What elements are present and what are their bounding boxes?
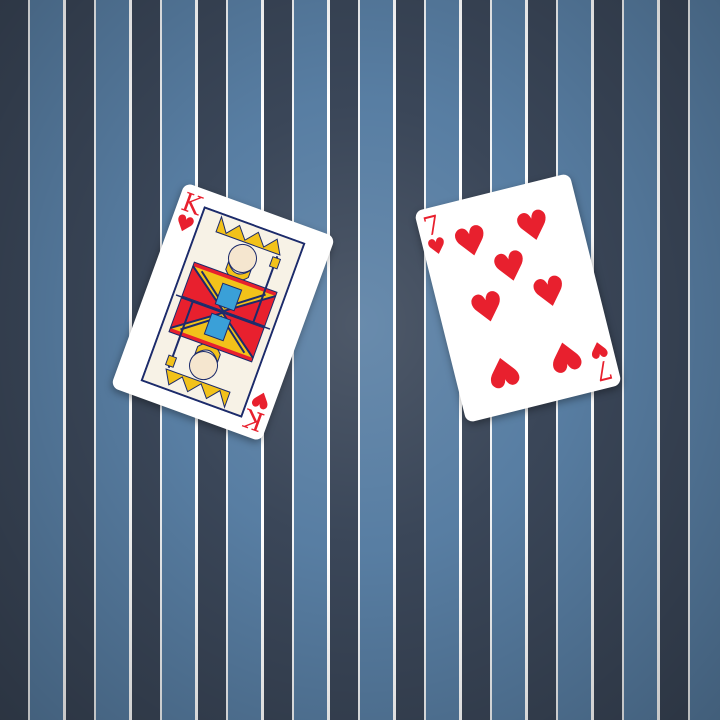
card-corner-top: 7 ♥	[419, 210, 450, 263]
heart-icon: ♥	[424, 233, 450, 263]
heart-icon: ♥	[480, 344, 527, 398]
heart-icon: ♥	[526, 266, 573, 320]
king-face-artwork	[140, 206, 306, 418]
heart-icon: ♥	[542, 328, 589, 382]
heart-icon: ♥	[586, 333, 612, 363]
heart-icon: ♥	[448, 216, 495, 270]
heart-icon: ♥	[248, 383, 276, 415]
